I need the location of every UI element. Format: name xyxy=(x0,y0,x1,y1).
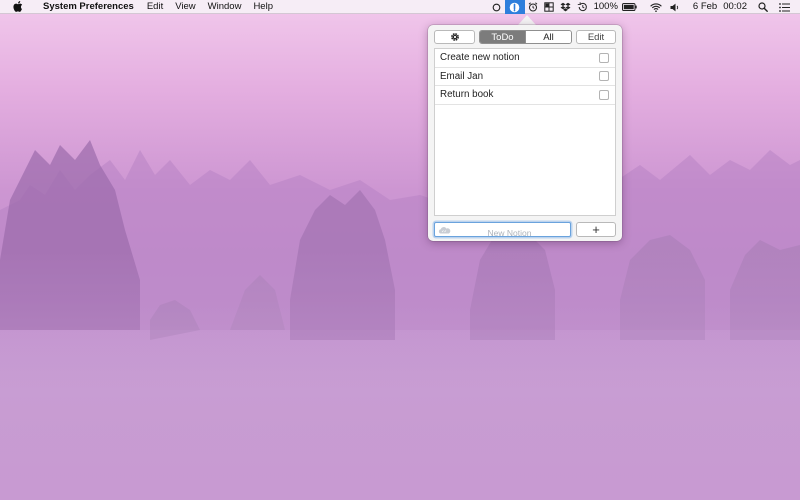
filter-segmented-control: ToDo All xyxy=(479,30,572,44)
notification-center-icon[interactable] xyxy=(776,0,800,14)
settings-button[interactable] xyxy=(434,30,475,44)
new-notion-input[interactable] xyxy=(435,226,570,240)
gear-icon xyxy=(450,33,459,41)
notion-app-icon[interactable] xyxy=(504,0,525,14)
plus-icon: + xyxy=(592,222,600,237)
menu-help[interactable]: Help xyxy=(247,0,279,14)
wifi-icon[interactable] xyxy=(647,0,667,14)
spotlight-search-icon[interactable] xyxy=(755,0,776,14)
task-title: Return book xyxy=(440,89,494,101)
cloud-icon xyxy=(438,227,451,234)
apple-menu-icon[interactable] xyxy=(12,1,23,13)
alarm-clock-icon[interactable] xyxy=(525,0,541,14)
menu-bar: System Preferences Edit View Window Help… xyxy=(0,0,800,14)
menubar-date[interactable]: 6 Feb xyxy=(690,0,720,14)
menu-view[interactable]: View xyxy=(169,0,201,14)
task-checkbox[interactable] xyxy=(599,89,609,100)
battery-percent: 100% xyxy=(593,1,618,12)
task-title: Create new notion xyxy=(440,52,520,64)
popover-arrow xyxy=(518,15,536,25)
popover-toolbar: ToDo All Edit xyxy=(434,30,616,44)
tab-todo[interactable]: ToDo xyxy=(480,31,525,43)
tab-all[interactable]: All xyxy=(525,31,571,43)
misty-forest xyxy=(0,140,800,500)
edit-button[interactable]: Edit xyxy=(576,30,616,44)
window-manager-icon[interactable] xyxy=(541,0,557,14)
new-notion-field[interactable] xyxy=(434,222,571,240)
circle-status-icon[interactable] xyxy=(489,0,505,14)
menubar-time[interactable]: 00:02 xyxy=(720,0,755,14)
menu-edit[interactable]: Edit xyxy=(141,0,169,14)
time-machine-icon[interactable] xyxy=(574,0,591,14)
list-item[interactable]: Create new notion xyxy=(435,49,615,68)
task-checkbox[interactable] xyxy=(599,52,609,63)
menu-app-name[interactable]: System Preferences xyxy=(29,0,141,14)
menu-window[interactable]: Window xyxy=(202,0,248,14)
battery-icon[interactable] xyxy=(621,0,647,14)
desktop-wallpaper xyxy=(0,0,800,500)
task-title: Email Jan xyxy=(440,70,484,82)
list-item[interactable]: Email Jan xyxy=(435,68,615,86)
add-button[interactable]: + xyxy=(576,222,616,237)
notion-popover: ToDo All Edit Create new notion Email Ja… xyxy=(428,25,622,241)
list-item[interactable]: Return book xyxy=(435,86,615,105)
volume-icon[interactable] xyxy=(667,0,690,14)
dropbox-icon[interactable] xyxy=(557,0,574,14)
task-checkbox[interactable] xyxy=(599,71,609,82)
task-list: Create new notion Email Jan Return book xyxy=(434,48,616,216)
